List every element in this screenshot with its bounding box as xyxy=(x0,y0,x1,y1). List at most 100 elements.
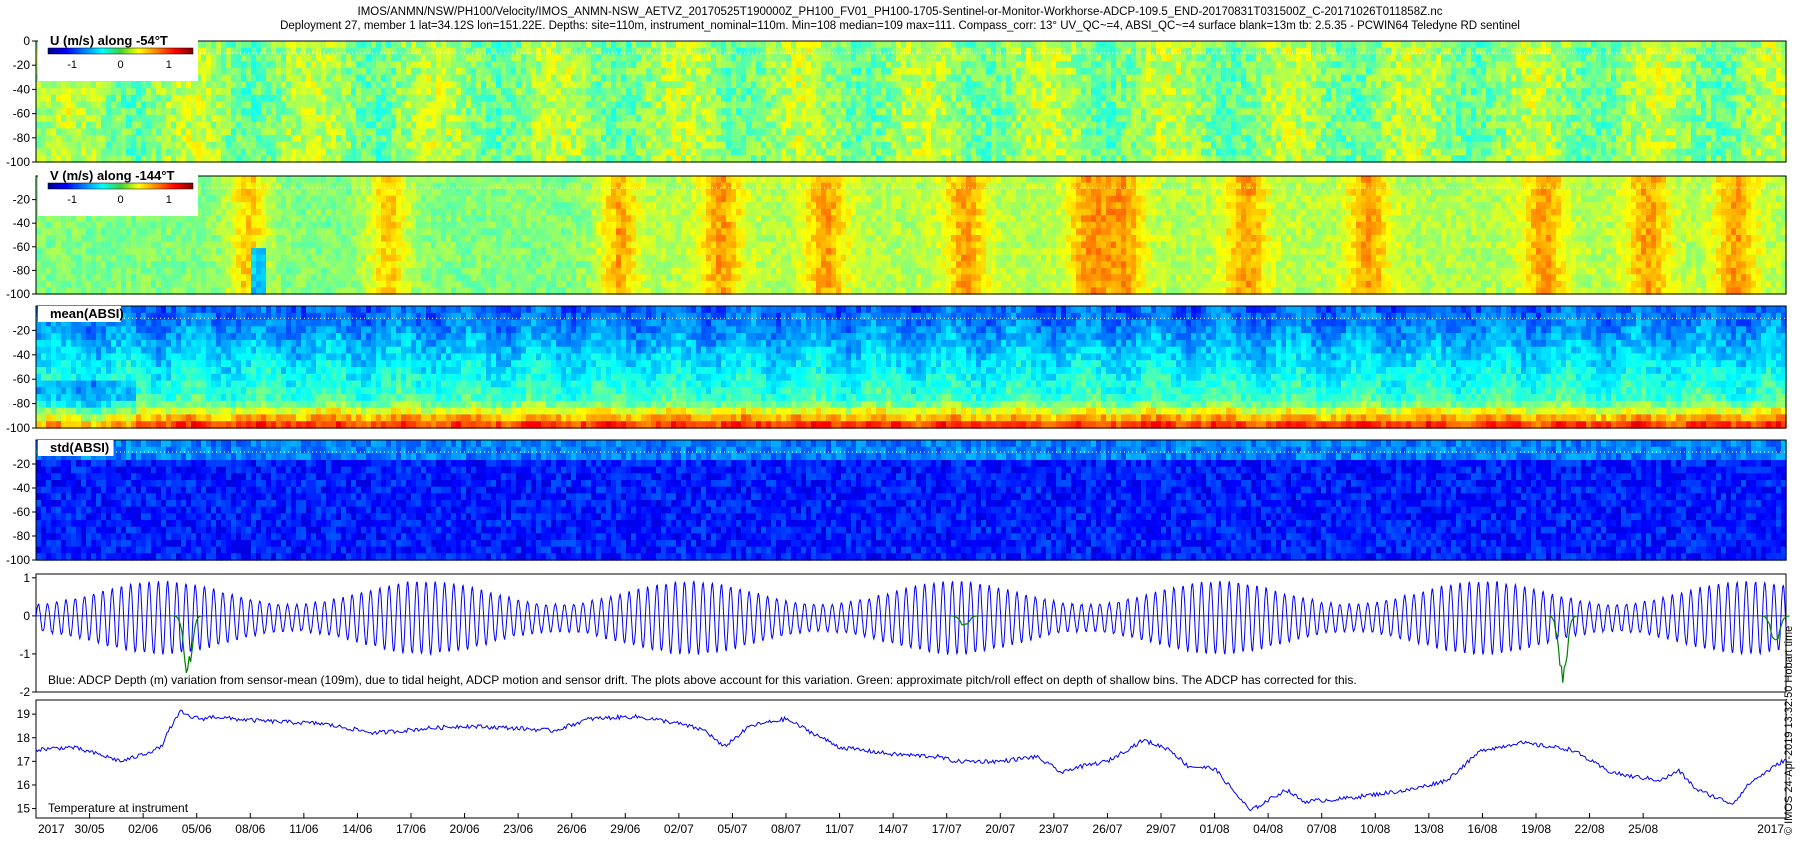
heatmap-cell xyxy=(1416,81,1422,89)
heatmap-cell xyxy=(976,121,982,130)
heatmap-cell xyxy=(291,74,297,82)
heatmap-cell xyxy=(1131,61,1137,69)
heatmap-cell xyxy=(1206,81,1212,89)
heatmap-cell xyxy=(356,108,362,116)
heatmap-cell xyxy=(766,108,772,116)
heatmap-cell xyxy=(1101,108,1107,116)
heatmap-cell xyxy=(166,108,172,116)
heatmap-cell xyxy=(926,54,932,62)
heatmap-cell xyxy=(321,61,327,69)
heatmap-cell xyxy=(361,61,367,69)
heatmap-cell xyxy=(296,108,302,116)
heatmap-cell xyxy=(601,94,607,103)
heatmap-cell xyxy=(1166,81,1172,89)
heatmap-cell xyxy=(936,88,942,96)
heatmap-cell xyxy=(1401,128,1407,136)
heatmap-cell xyxy=(56,114,62,123)
heatmap-cell xyxy=(291,135,297,143)
heatmap-cell xyxy=(791,101,797,109)
heatmap-cell xyxy=(1241,67,1247,76)
heatmap-cell xyxy=(946,88,952,96)
heatmap-cell xyxy=(1391,121,1397,130)
heatmap-cell xyxy=(651,67,657,76)
heatmap-cell xyxy=(936,128,942,136)
heatmap-cell xyxy=(636,108,642,116)
heatmap-cell xyxy=(311,148,317,156)
heatmap-cell xyxy=(1236,88,1242,96)
heatmap-cell xyxy=(236,94,242,103)
heatmap-cell xyxy=(101,135,107,143)
heatmap-cell xyxy=(776,88,782,96)
heatmap-cell xyxy=(1121,128,1127,136)
heatmap-cell xyxy=(336,54,342,62)
heatmap-cell xyxy=(1241,128,1247,136)
heatmap-cell xyxy=(1291,81,1297,89)
heatmap-cell xyxy=(1346,81,1352,89)
heatmap-cell xyxy=(1306,88,1312,96)
heatmap-cell xyxy=(1146,108,1152,116)
heatmap-cell xyxy=(131,128,137,136)
heatmap-cell xyxy=(656,108,662,116)
heatmap-cell xyxy=(1356,101,1362,109)
heatmap-cell xyxy=(476,54,482,62)
heatmap-cell xyxy=(96,101,102,109)
heatmap-cell xyxy=(716,121,722,130)
heatmap-cell xyxy=(656,94,662,103)
heatmap-cell xyxy=(1006,41,1012,49)
heatmap-cell xyxy=(906,128,912,136)
heatmap-cell xyxy=(1151,108,1157,116)
heatmap-cell xyxy=(1026,141,1032,150)
heatmap-cell xyxy=(406,135,412,143)
heatmap-cell xyxy=(1136,67,1142,76)
heatmap-cell xyxy=(341,114,347,123)
heatmap-cell xyxy=(266,148,272,156)
heatmap-cell xyxy=(181,114,187,123)
heatmap-cell xyxy=(296,148,302,156)
heatmap-cell xyxy=(1176,101,1182,109)
heatmap-cell xyxy=(1146,61,1152,69)
heatmap-cell xyxy=(1191,47,1197,56)
heatmap-cell xyxy=(666,148,672,156)
heatmap-cell xyxy=(656,121,662,130)
heatmap-cell xyxy=(916,148,922,156)
heatmap-cell xyxy=(86,101,92,109)
heatmap-cell xyxy=(1311,94,1317,103)
heatmap-cell xyxy=(371,74,377,82)
heatmap-cell xyxy=(386,114,392,123)
heatmap-cell xyxy=(61,128,67,136)
heatmap-cell xyxy=(81,148,87,156)
heatmap-cell xyxy=(1366,74,1372,82)
heatmap-cell xyxy=(631,101,637,109)
heatmap-cell xyxy=(531,114,537,123)
heatmap-cell xyxy=(816,121,822,130)
heatmap-cell xyxy=(861,141,867,150)
heatmap-cell xyxy=(576,81,582,89)
heatmap-cell xyxy=(816,88,822,96)
heatmap-cell xyxy=(491,94,497,103)
heatmap-cell xyxy=(1296,88,1302,96)
heatmap-cell xyxy=(111,121,117,130)
heatmap-cell xyxy=(1181,54,1187,62)
heatmap-cell xyxy=(756,108,762,116)
heatmap-cell xyxy=(521,41,527,49)
heatmap-cell xyxy=(981,47,987,56)
heatmap-cell xyxy=(921,94,927,103)
heatmap-cell xyxy=(1176,61,1182,69)
heatmap-cell xyxy=(1046,54,1052,62)
heatmap-cell xyxy=(801,88,807,96)
heatmap-cell xyxy=(1011,74,1017,82)
heatmap-cell xyxy=(1291,88,1297,96)
heatmap-cell xyxy=(136,148,142,156)
heatmap-cell xyxy=(871,101,877,109)
heatmap-cell xyxy=(276,94,282,103)
heatmap-cell xyxy=(956,47,962,56)
heatmap-cell xyxy=(881,74,887,82)
heatmap-cell xyxy=(616,47,622,56)
heatmap-cell xyxy=(501,74,507,82)
heatmap-cell xyxy=(1356,108,1362,116)
heatmap-cell xyxy=(221,94,227,103)
heatmap-cell xyxy=(1241,61,1247,69)
heatmap-cell xyxy=(561,74,567,82)
heatmap-cell xyxy=(976,114,982,123)
heatmap-cell xyxy=(281,141,287,150)
